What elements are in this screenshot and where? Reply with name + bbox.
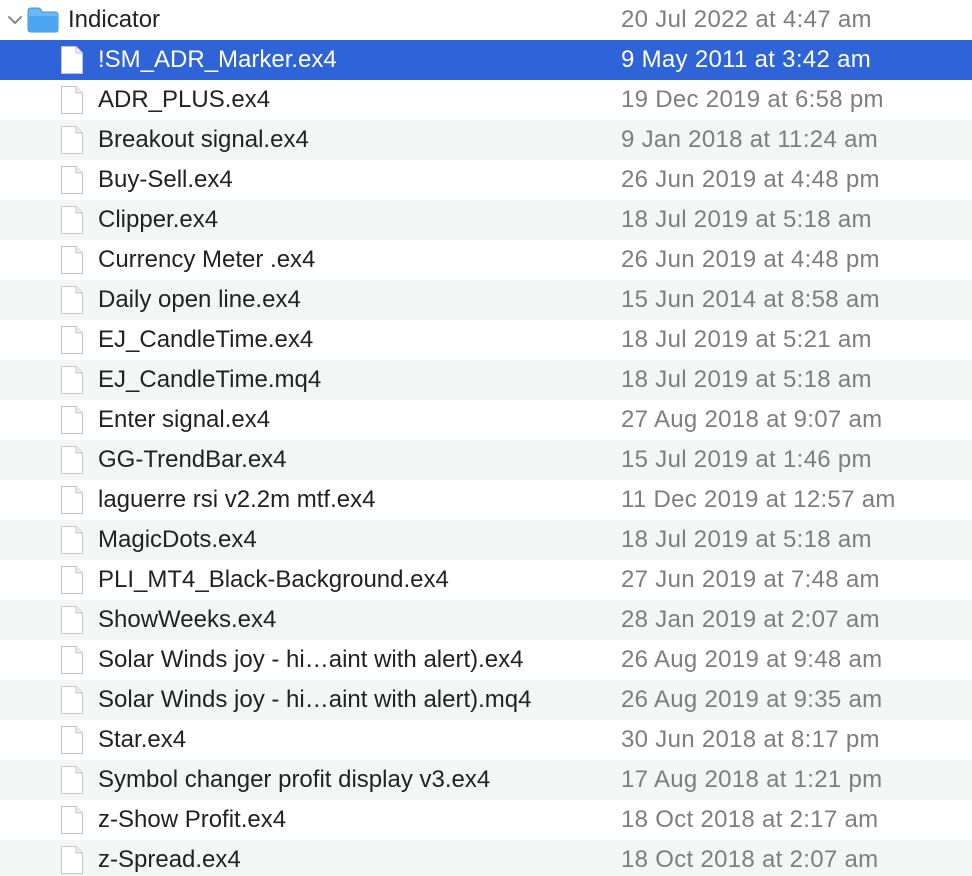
file-row-1[interactable]: ADR_PLUS.ex4 19 Dec 2019 at 6:58 pm [0,80,972,120]
file-row-10[interactable]: GG-TrendBar.ex4 15 Jul 2019 at 1:46 pm [0,440,972,480]
file-name: Star.ex4 [98,726,187,753]
document-icon [61,806,83,834]
chevron-down-icon[interactable] [4,9,26,31]
file-row-16[interactable]: Solar Winds joy - hi…aint with alert).mq… [0,680,972,720]
file-row-9[interactable]: Enter signal.ex4 27 Aug 2018 at 9:07 am [0,400,972,440]
file-name: Solar Winds joy - hi…aint with alert).ex… [98,646,524,673]
file-name: Daily open line.ex4 [98,286,301,313]
file-name: EJ_CandleTime.ex4 [98,326,314,353]
document-icon [61,326,83,354]
file-name: z-Spread.ex4 [98,846,241,873]
file-row-11[interactable]: laguerre rsi v2.2m mtf.ex4 11 Dec 2019 a… [0,480,972,520]
document-icon [61,726,83,754]
file-date: 18 Jul 2019 at 5:18 am [621,366,872,393]
document-icon [61,46,83,74]
file-date: 26 Jun 2019 at 4:48 pm [621,166,880,193]
document-icon [61,206,83,234]
file-name: Currency Meter .ex4 [98,246,316,273]
file-row-15[interactable]: Solar Winds joy - hi…aint with alert).ex… [0,640,972,680]
file-row-2[interactable]: Breakout signal.ex4 9 Jan 2018 at 11:24 … [0,120,972,160]
file-date: 9 Jan 2018 at 11:24 am [621,126,879,153]
file-name: ADR_PLUS.ex4 [98,86,271,113]
document-icon [61,126,83,154]
file-date: 18 Jul 2019 at 5:18 am [621,206,872,233]
file-name: ShowWeeks.ex4 [98,606,277,633]
file-row-14[interactable]: ShowWeeks.ex4 28 Jan 2019 at 2:07 am [0,600,972,640]
file-row-8[interactable]: EJ_CandleTime.mq4 18 Jul 2019 at 5:18 am [0,360,972,400]
file-date: 15 Jun 2014 at 8:58 am [621,286,880,313]
file-name: laguerre rsi v2.2m mtf.ex4 [98,486,376,513]
file-date: 18 Oct 2018 at 2:17 am [621,806,879,833]
file-date: 26 Aug 2019 at 9:48 am [621,646,883,673]
file-date: 27 Aug 2018 at 9:07 am [621,406,883,433]
file-row-12[interactable]: MagicDots.ex4 18 Jul 2019 at 5:18 am [0,520,972,560]
file-name: Breakout signal.ex4 [98,126,309,153]
document-icon [61,166,83,194]
file-date: 15 Jul 2019 at 1:46 pm [621,446,872,473]
file-date: 18 Jul 2019 at 5:21 am [621,326,872,353]
folder-name: Indicator [68,6,161,33]
file-date: 18 Jul 2019 at 5:18 am [621,526,872,553]
document-icon [61,286,83,314]
document-icon [61,526,83,554]
file-name: EJ_CandleTime.mq4 [98,366,322,393]
document-icon [61,446,83,474]
document-icon [61,686,83,714]
file-name: Clipper.ex4 [98,206,219,233]
file-row-4[interactable]: Clipper.ex4 18 Jul 2019 at 5:18 am [0,200,972,240]
document-icon [61,566,83,594]
file-row-20[interactable]: z-Spread.ex4 18 Oct 2018 at 2:07 am [0,840,972,876]
file-date: 17 Aug 2018 at 1:21 pm [621,766,883,793]
document-icon [61,366,83,394]
file-date: 28 Jan 2019 at 2:07 am [621,606,880,633]
file-date: 9 May 2011 at 3:42 am [621,46,872,73]
file-date: 18 Oct 2018 at 2:07 am [621,846,879,873]
file-row-3[interactable]: Buy-Sell.ex4 26 Jun 2019 at 4:48 pm [0,160,972,200]
file-row-13[interactable]: PLI_MT4_Black-Background.ex4 27 Jun 2019… [0,560,972,600]
file-name: MagicDots.ex4 [98,526,257,553]
file-date: 30 Jun 2018 at 8:17 pm [621,726,880,753]
file-row-6[interactable]: Daily open line.ex4 15 Jun 2014 at 8:58 … [0,280,972,320]
file-name: z-Show Profit.ex4 [98,806,287,833]
folder-icon [27,7,59,33]
document-icon [61,766,83,794]
file-row-17[interactable]: Star.ex4 30 Jun 2018 at 8:17 pm [0,720,972,760]
file-row-5[interactable]: Currency Meter .ex4 26 Jun 2019 at 4:48 … [0,240,972,280]
file-date: 27 Jun 2019 at 7:48 am [621,566,880,593]
folder-date: 20 Jul 2022 at 4:47 am [621,6,872,33]
file-name: Enter signal.ex4 [98,406,271,433]
document-icon [61,606,83,634]
file-name: Symbol changer profit display v3.ex4 [98,766,491,793]
file-date: 19 Dec 2019 at 6:58 pm [621,86,884,113]
file-list: Indicator 20 Jul 2022 at 4:47 am !SM_ADR… [0,0,972,876]
document-icon [61,846,83,874]
file-date: 26 Jun 2019 at 4:48 pm [621,246,880,273]
file-name: Solar Winds joy - hi…aint with alert).mq… [98,686,532,713]
file-name: GG-TrendBar.ex4 [98,446,287,473]
file-row-19[interactable]: z-Show Profit.ex4 18 Oct 2018 at 2:17 am [0,800,972,840]
file-date: 11 Dec 2019 at 12:57 am [621,486,896,513]
document-icon [61,406,83,434]
document-icon [61,246,83,274]
file-date: 26 Aug 2019 at 9:35 am [621,686,883,713]
folder-row[interactable]: Indicator 20 Jul 2022 at 4:47 am [0,0,972,40]
file-name: !SM_ADR_Marker.ex4 [98,46,337,73]
file-row-7[interactable]: EJ_CandleTime.ex4 18 Jul 2019 at 5:21 am [0,320,972,360]
file-row-18[interactable]: Symbol changer profit display v3.ex4 17 … [0,760,972,800]
file-name: PLI_MT4_Black-Background.ex4 [98,566,449,593]
document-icon [61,86,83,114]
document-icon [61,486,83,514]
document-icon [61,646,83,674]
file-name: Buy-Sell.ex4 [98,166,233,193]
file-row-0[interactable]: !SM_ADR_Marker.ex4 9 May 2011 at 3:42 am [0,40,972,80]
